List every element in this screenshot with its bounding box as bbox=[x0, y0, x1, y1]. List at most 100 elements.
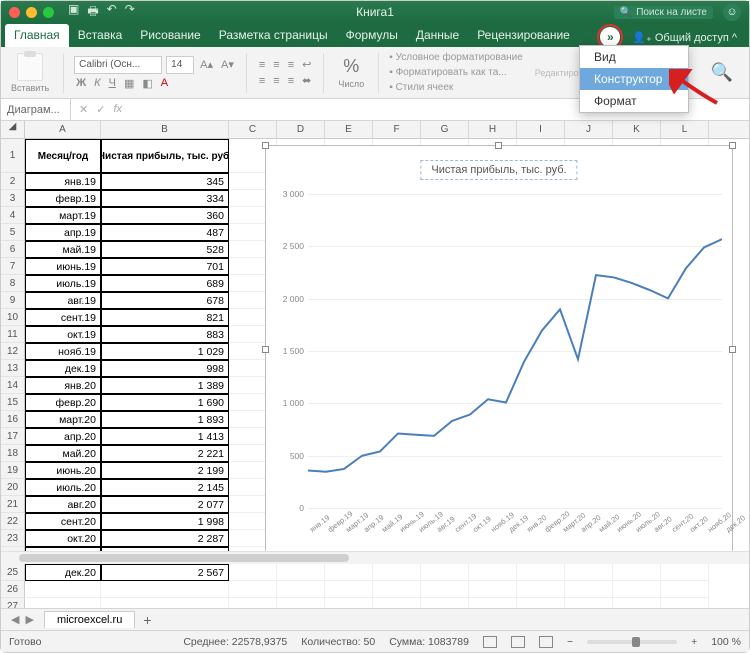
overflow-menu-item[interactable]: Вид bbox=[580, 46, 688, 68]
table-cell[interactable]: апр.19 bbox=[25, 224, 101, 241]
row-header[interactable]: 20 bbox=[1, 479, 25, 496]
empty-cell[interactable] bbox=[661, 581, 709, 598]
select-all[interactable]: ◢ bbox=[1, 121, 25, 138]
increase-font-icon[interactable]: A▴ bbox=[198, 58, 215, 71]
empty-cell[interactable] bbox=[421, 581, 469, 598]
search-input[interactable]: 🔍 Поиск на листе bbox=[614, 6, 713, 19]
fill-color-icon[interactable]: ◧ bbox=[140, 77, 154, 90]
table-cell[interactable]: 1 413 bbox=[101, 428, 229, 445]
empty-cell[interactable] bbox=[613, 581, 661, 598]
column-header[interactable]: L bbox=[661, 121, 709, 138]
feedback-icon[interactable]: ☺ bbox=[723, 3, 741, 21]
ribbon-tab-1[interactable]: Вставка bbox=[69, 24, 132, 47]
table-cell[interactable]: июнь.19 bbox=[25, 258, 101, 275]
chart-object[interactable]: Чистая прибыль, тыс. руб. 05001 0001 500… bbox=[265, 145, 733, 555]
column-header[interactable]: G bbox=[421, 121, 469, 138]
border-icon[interactable]: ▦ bbox=[122, 77, 136, 90]
column-header[interactable]: I bbox=[517, 121, 565, 138]
empty-cell[interactable] bbox=[613, 564, 661, 581]
row-header[interactable]: 23 bbox=[1, 530, 25, 547]
table-cell[interactable]: 360 bbox=[101, 207, 229, 224]
empty-cell[interactable] bbox=[229, 598, 277, 608]
paste-icon[interactable] bbox=[17, 53, 43, 81]
cancel-icon[interactable]: ✕ bbox=[79, 103, 88, 116]
table-cell[interactable]: 1 029 bbox=[101, 343, 229, 360]
empty-cell[interactable] bbox=[661, 598, 709, 608]
percent-icon[interactable]: % bbox=[343, 56, 359, 77]
zoom-out-icon[interactable]: − bbox=[567, 636, 573, 648]
table-cell[interactable]: окт.20 bbox=[25, 530, 101, 547]
horizontal-scrollbar[interactable] bbox=[1, 551, 749, 564]
column-header[interactable]: F bbox=[373, 121, 421, 138]
align-right-icon[interactable]: ≡ bbox=[286, 75, 296, 87]
table-cell[interactable]: 1 389 bbox=[101, 377, 229, 394]
ribbon-tab-3[interactable]: Разметка страницы bbox=[210, 24, 337, 47]
column-header[interactable]: B bbox=[101, 121, 229, 138]
empty-cell[interactable] bbox=[373, 581, 421, 598]
table-cell[interactable]: июль.19 bbox=[25, 275, 101, 292]
ribbon-tab-4[interactable]: Формулы bbox=[337, 24, 407, 47]
empty-cell[interactable] bbox=[661, 564, 709, 581]
sheet-next-icon[interactable]: ▶ bbox=[25, 613, 33, 626]
decrease-font-icon[interactable]: A▾ bbox=[219, 58, 236, 71]
zoom-slider[interactable] bbox=[587, 640, 677, 644]
table-cell[interactable]: май.20 bbox=[25, 445, 101, 462]
empty-cell[interactable] bbox=[373, 564, 421, 581]
table-cell[interactable]: май.19 bbox=[25, 241, 101, 258]
table-cell[interactable]: дек.20 bbox=[25, 564, 101, 581]
row-header[interactable]: 25 bbox=[1, 564, 25, 581]
maximize-icon[interactable] bbox=[43, 7, 54, 18]
table-cell[interactable] bbox=[101, 581, 229, 598]
font-color-icon[interactable]: A bbox=[159, 77, 170, 89]
find-icon[interactable]: 🔍 bbox=[711, 62, 743, 83]
table-cell[interactable]: 998 bbox=[101, 360, 229, 377]
table-cell[interactable]: февр.19 bbox=[25, 190, 101, 207]
row-header[interactable]: 4 bbox=[1, 207, 25, 224]
ribbon-tab-0[interactable]: Главная bbox=[5, 24, 69, 47]
empty-cell[interactable] bbox=[277, 598, 325, 608]
redo-icon[interactable]: ↷ bbox=[125, 2, 135, 23]
name-box[interactable]: Диаграм... bbox=[1, 99, 71, 120]
table-cell[interactable] bbox=[101, 598, 229, 608]
table-cell[interactable]: июнь.20 bbox=[25, 462, 101, 479]
print-icon[interactable]: 🖶 bbox=[87, 2, 98, 23]
row-header[interactable]: 16 bbox=[1, 411, 25, 428]
table-cell[interactable]: 701 bbox=[101, 258, 229, 275]
row-header[interactable]: 5 bbox=[1, 224, 25, 241]
merge-icon[interactable]: ⬌ bbox=[300, 74, 313, 87]
overflow-menu-item[interactable]: Формат bbox=[580, 90, 688, 112]
table-cell[interactable]: 528 bbox=[101, 241, 229, 258]
table-cell[interactable]: 1 893 bbox=[101, 411, 229, 428]
column-header[interactable]: H bbox=[469, 121, 517, 138]
empty-cell[interactable] bbox=[325, 564, 373, 581]
table-cell[interactable]: 2 077 bbox=[101, 496, 229, 513]
underline-icon[interactable]: Ч bbox=[107, 77, 118, 89]
page-break-icon[interactable] bbox=[539, 636, 553, 648]
table-cell[interactable]: 487 bbox=[101, 224, 229, 241]
table-cell[interactable]: 2 221 bbox=[101, 445, 229, 462]
table-cell[interactable]: 2 145 bbox=[101, 479, 229, 496]
row-header[interactable]: 13 bbox=[1, 360, 25, 377]
row-header[interactable]: 10 bbox=[1, 309, 25, 326]
table-cell[interactable]: 821 bbox=[101, 309, 229, 326]
table-cell[interactable]: янв.19 bbox=[25, 173, 101, 190]
ribbon-tab-5[interactable]: Данные bbox=[407, 24, 468, 47]
empty-cell[interactable] bbox=[229, 581, 277, 598]
empty-cell[interactable] bbox=[325, 598, 373, 608]
row-header[interactable]: 14 bbox=[1, 377, 25, 394]
close-icon[interactable] bbox=[9, 7, 20, 18]
cell-styles-button[interactable]: ▪ Стили ячеек bbox=[389, 80, 523, 95]
add-sheet-button[interactable]: + bbox=[135, 612, 159, 628]
save-icon[interactable]: ▣ bbox=[68, 2, 79, 23]
wrap-icon[interactable]: ↩ bbox=[300, 58, 313, 71]
empty-cell[interactable] bbox=[277, 564, 325, 581]
ribbon-overflow-button[interactable]: » bbox=[600, 27, 620, 47]
conditional-formatting-button[interactable]: ▪ Условное форматирование bbox=[389, 50, 523, 65]
table-cell[interactable]: дек.19 bbox=[25, 360, 101, 377]
table-header-cell[interactable]: Месяц/год bbox=[25, 139, 101, 173]
empty-cell[interactable] bbox=[421, 598, 469, 608]
sheet-tab[interactable]: microexcel.ru bbox=[44, 611, 135, 628]
row-header[interactable]: 8 bbox=[1, 275, 25, 292]
table-cell[interactable]: 689 bbox=[101, 275, 229, 292]
empty-cell[interactable] bbox=[469, 598, 517, 608]
